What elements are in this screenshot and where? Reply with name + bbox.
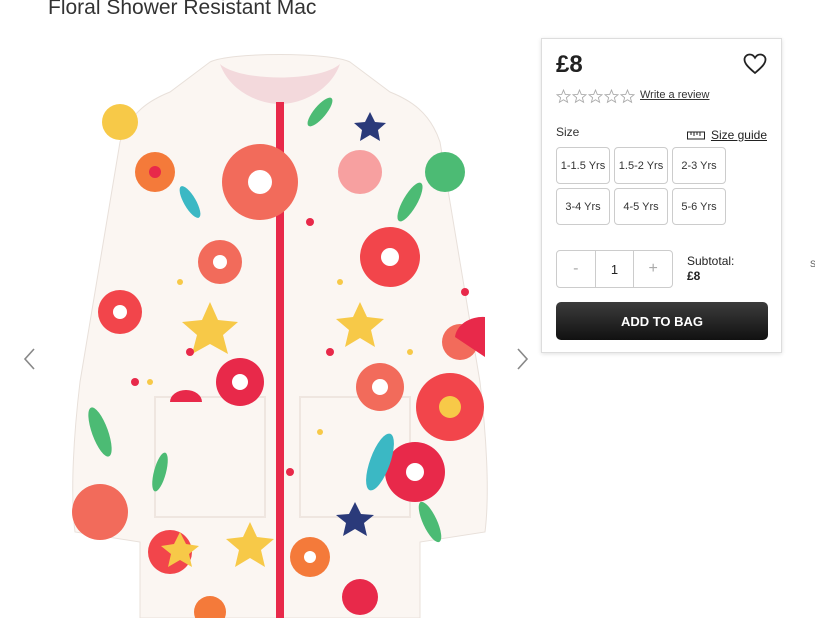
wishlist-button[interactable] [743,53,767,75]
quantity-value[interactable]: 1 [594,251,635,287]
heart-icon [743,53,767,75]
subtotal-value: £8 [687,269,701,283]
quantity-decrease-button[interactable]: - [557,251,595,287]
size-guide-label: Size guide [710,128,767,142]
chevron-left-icon [23,348,35,370]
subtotal: Subtotal: £8 [687,254,734,284]
rating-stars [556,89,635,104]
subtotal-label: Subtotal: [687,254,735,268]
quantity-stepper: - 1 + [556,250,673,288]
previous-image-arrow[interactable] [20,346,40,372]
star-empty-icon [588,89,603,104]
size-option-1-1.5[interactable]: 1-1.5 Yrs [556,147,610,184]
size-option-2-3[interactable]: 2-3 Yrs [672,147,726,184]
star-empty-icon [556,89,571,104]
size-option-5-6[interactable]: 5-6 Yrs [672,188,726,225]
floral-coat-illustration [72,54,488,618]
star-empty-icon [572,89,587,104]
star-empty-icon [604,89,619,104]
chevron-right-icon [517,348,529,370]
offscreen-text-fragment: S [810,259,815,269]
size-option-1.5-2[interactable]: 1.5-2 Yrs [614,147,668,184]
size-option-4-5[interactable]: 4-5 Yrs [614,188,668,225]
product-gallery [0,30,540,618]
product-title: Floral Shower Resistant Mac [48,0,317,19]
ruler-icon [686,131,705,140]
size-label: Size [556,125,580,139]
product-price: £8 [556,51,583,78]
star-empty-icon [620,89,635,104]
size-guide-link[interactable]: Size guide [686,128,767,142]
size-option-3-4[interactable]: 3-4 Yrs [556,188,610,225]
purchase-panel: £8 Write a review Size Size guide 1-1.5 … [541,38,782,353]
add-to-bag-button[interactable]: ADD TO BAG [556,302,768,340]
write-review-link[interactable]: Write a review [640,89,709,101]
next-image-arrow[interactable] [512,346,532,372]
size-options: 1-1.5 Yrs 1.5-2 Yrs 2-3 Yrs 3-4 Yrs 4-5 … [556,147,726,225]
quantity-increase-button[interactable]: + [634,251,672,287]
product-image[interactable] [60,52,500,618]
